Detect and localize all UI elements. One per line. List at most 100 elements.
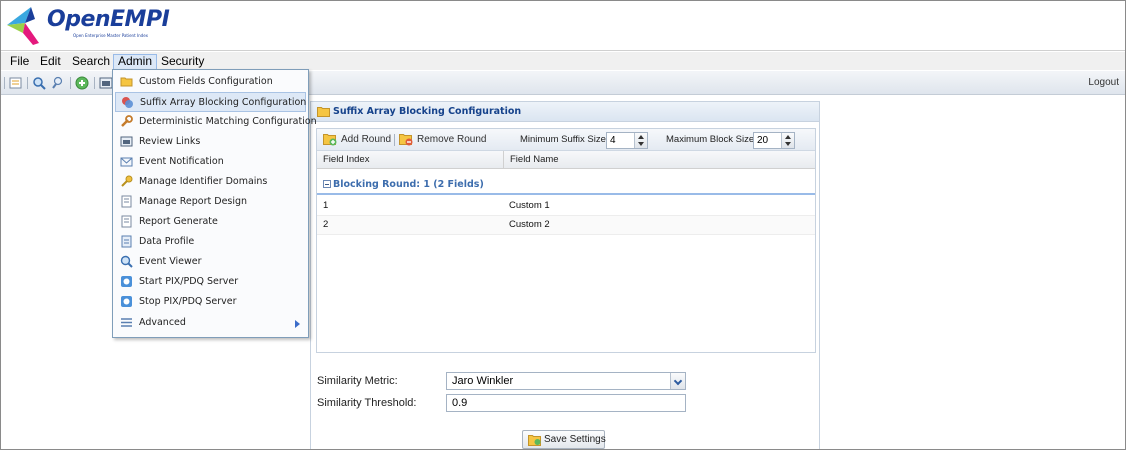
toolbar-separator [27, 77, 28, 89]
field-index-cell: 1 [323, 200, 329, 211]
menu-item-label: Deterministic Matching Configuration [139, 116, 317, 127]
menu-item-deterministic-matching[interactable]: Deterministic Matching Configuration [115, 112, 317, 132]
menubar: File Edit Search Admin Security [1, 52, 1125, 70]
menu-item-label: Start PIX/PDQ Server [139, 276, 239, 287]
menu-item-label: Data Profile [139, 236, 195, 247]
menu-item-label: Report Generate [139, 216, 218, 227]
toolbar-separator [4, 77, 5, 89]
review-icon [120, 136, 133, 147]
logout-link[interactable]: Logout [1088, 77, 1119, 88]
menu-item-report-generate[interactable]: Report Generate [115, 212, 306, 232]
spinner-up-icon [638, 135, 644, 139]
table-row[interactable]: 1 Custom 1 [317, 197, 815, 216]
field-name-cell: Custom 2 [509, 219, 550, 230]
menu-item-manage-report-design[interactable]: Manage Report Design [115, 192, 306, 212]
remove-round-icon [399, 134, 413, 146]
field-name-cell: Custom 1 [509, 200, 550, 211]
menu-item-custom-fields[interactable]: Custom Fields Configuration [115, 72, 306, 92]
similarity-threshold-input[interactable]: 0.9 [446, 394, 686, 412]
menu-admin[interactable]: Admin [113, 54, 158, 70]
advanced-icon [121, 318, 132, 327]
add-round-icon [323, 134, 337, 146]
menu-file[interactable]: File [6, 54, 33, 70]
menu-edit[interactable]: Edit [36, 54, 65, 70]
menu-item-label: Event Notification [139, 156, 224, 167]
event-viewer-icon [120, 255, 133, 268]
menu-item-label: Stop PIX/PDQ Server [139, 296, 237, 307]
start-server-icon [121, 276, 132, 287]
openempi-logo: OpenEMPI Open Enterprise Master Patient … [5, 3, 170, 47]
menu-item-stop-pix-pdq-server[interactable]: Stop PIX/PDQ Server [115, 292, 306, 312]
similarity-metric-select[interactable]: Jaro Winkler [446, 372, 686, 390]
menu-item-start-pix-pdq-server[interactable]: Start PIX/PDQ Server [115, 272, 306, 292]
toolbar-separator [94, 77, 95, 89]
panel-header: Suffix Array Blocking Configuration [311, 102, 819, 122]
suffix-array-blocking-panel: Suffix Array Blocking Configuration Add … [310, 101, 820, 449]
add-icon[interactable] [75, 76, 89, 90]
menu-item-event-viewer[interactable]: Event Viewer [115, 252, 306, 272]
spinner-down-icon [785, 142, 791, 146]
menu-item-data-profile[interactable]: Data Profile [115, 232, 306, 252]
max-block-size-spinner[interactable]: 20 [753, 132, 795, 149]
menu-security[interactable]: Security [157, 54, 208, 70]
panel-title: Suffix Array Blocking Configuration [333, 106, 522, 117]
notification-icon [120, 157, 133, 167]
spinner-buttons[interactable] [781, 133, 794, 148]
key-icon [121, 175, 133, 187]
stop-server-icon [121, 296, 132, 307]
menu-item-suffix-array-blocking[interactable]: Suffix Array Blocking Configuration [115, 92, 306, 112]
remove-round-button[interactable]: Remove Round [399, 133, 487, 147]
submenu-arrow-icon [295, 320, 300, 328]
grid-column-headers: Field Index Field Name [317, 151, 815, 169]
group-label: Blocking Round: 1 (2 Fields) [333, 179, 484, 190]
save-icon [528, 435, 541, 446]
remove-round-label: Remove Round [417, 134, 487, 145]
logo-tagline: Open Enterprise Master Patient Index [73, 33, 148, 38]
search-icon[interactable] [32, 76, 46, 90]
admin-dropdown-menu: Custom Fields Configuration Suffix Array… [112, 69, 317, 338]
blocking-rounds-grid: Add Round Remove Round Minimum Suffix Si… [316, 128, 816, 353]
add-round-label: Add Round [341, 134, 392, 145]
toolbar-separator [70, 77, 71, 89]
spinner-down-icon [638, 142, 644, 146]
menu-item-label: Suffix Array Blocking Configuration [140, 97, 307, 108]
grid-toolbar-separator [394, 134, 395, 146]
menu-item-manage-identifier-domains[interactable]: Manage Identifier Domains [115, 172, 306, 192]
add-round-button[interactable]: Add Round [323, 133, 391, 147]
chevron-down-icon[interactable] [670, 373, 685, 389]
spinner-up-icon [785, 135, 791, 139]
blocking-round-group-header[interactable]: Blocking Round: 1 (2 Fields) [317, 175, 815, 195]
similarity-metric-value: Jaro Winkler [452, 375, 514, 387]
folder-icon [317, 107, 330, 117]
save-settings-button[interactable]: Save Settings [522, 430, 606, 449]
column-header-field-index[interactable]: Field Index [317, 151, 504, 169]
min-suffix-size-spinner[interactable]: 4 [606, 132, 648, 149]
menu-item-label: Manage Identifier Domains [139, 176, 268, 187]
advanced-search-icon[interactable] [51, 76, 65, 90]
spinner-buttons[interactable] [634, 133, 647, 148]
menu-search[interactable]: Search [68, 54, 114, 70]
report-icon[interactable] [9, 76, 23, 90]
app-window: OpenEMPI Open Enterprise Master Patient … [0, 0, 1126, 450]
report-design-icon [121, 195, 132, 208]
column-header-field-name[interactable]: Field Name [504, 151, 817, 169]
min-suffix-size-label: Minimum Suffix Size: [520, 134, 609, 145]
similarity-metric-label: Similarity Metric: [317, 375, 398, 387]
menu-item-label: Event Viewer [139, 256, 202, 267]
logo-wordmark: OpenEMPI [47, 7, 170, 32]
min-suffix-size-value: 4 [610, 135, 616, 146]
collapse-icon[interactable] [323, 180, 331, 188]
folder-icon [120, 77, 133, 87]
table-row[interactable]: 2 Custom 2 [317, 216, 815, 235]
similarity-threshold-label: Similarity Threshold: [317, 397, 417, 409]
menu-item-review-links[interactable]: Review Links [115, 132, 306, 152]
max-block-size-label: Maximum Block Size: [666, 134, 757, 145]
similarity-threshold-value: 0.9 [452, 397, 468, 409]
save-settings-label: Save Settings [544, 434, 606, 445]
view-icon[interactable] [99, 76, 113, 90]
menu-item-event-notification[interactable]: Event Notification [115, 152, 306, 172]
menu-item-advanced[interactable]: Advanced [115, 313, 306, 333]
data-profile-icon [121, 235, 132, 248]
menu-item-label: Review Links [139, 136, 201, 147]
menu-item-label: Advanced [139, 317, 186, 328]
